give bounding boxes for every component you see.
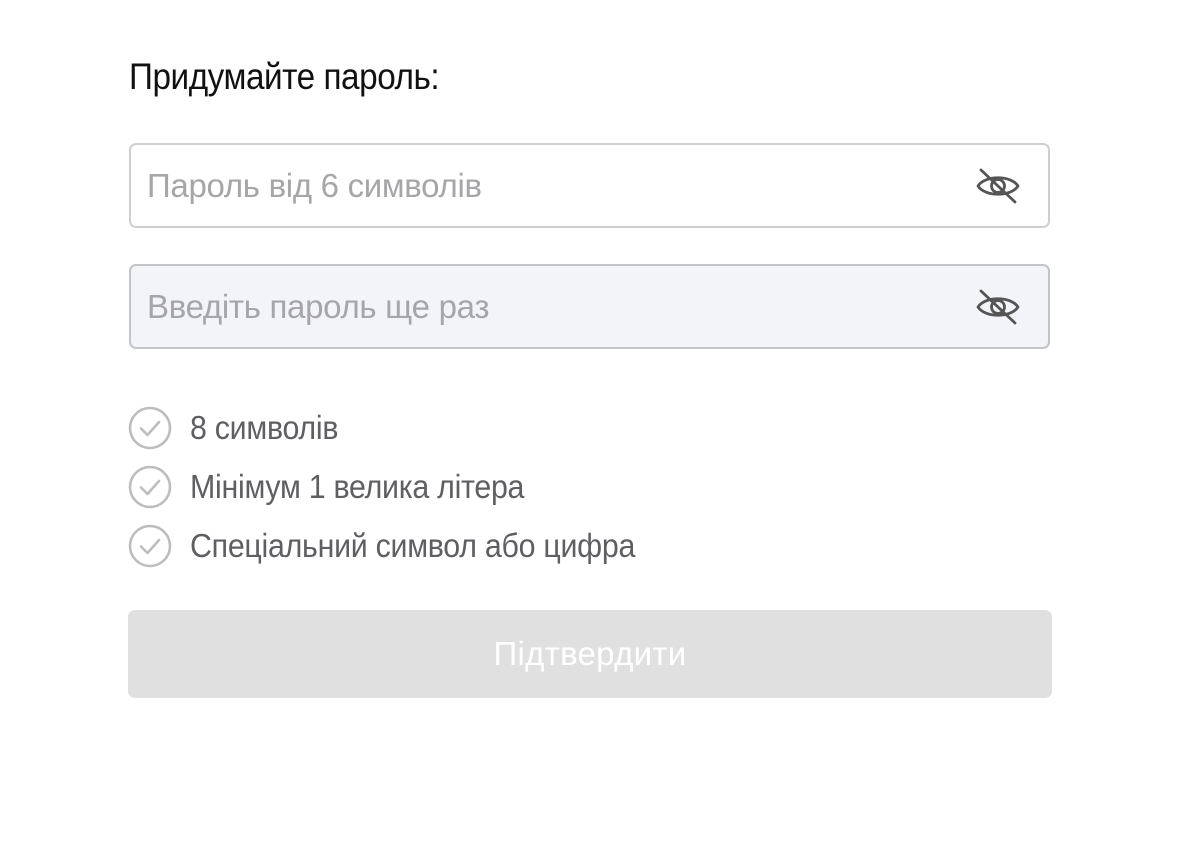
password-requirements-list: 8 символів Мінімум 1 велика літера Спеці… [128, 405, 674, 582]
requirement-label: 8 символів [190, 408, 339, 446]
requirement-item: 8 символів [128, 405, 674, 450]
requirement-label: Мінімум 1 велика літера [190, 467, 525, 505]
password-field[interactable] [129, 143, 1050, 228]
confirm-password-field[interactable] [129, 264, 1050, 349]
requirement-label: Спеціальний символ або цифра [190, 526, 636, 564]
password-input[interactable] [131, 145, 974, 226]
check-circle-icon [128, 465, 172, 508]
requirement-item: Спеціальний символ або цифра [128, 523, 674, 568]
confirm-password-input[interactable] [131, 266, 974, 347]
confirm-button[interactable]: Підтвердити [128, 610, 1052, 698]
eye-slash-icon[interactable] [974, 283, 1022, 331]
requirement-item: Мінімум 1 велика літера [128, 464, 674, 509]
check-circle-icon [128, 524, 172, 567]
page-title: Придумайте пароль: [129, 56, 440, 97]
check-circle-icon [128, 406, 172, 449]
eye-slash-icon[interactable] [974, 162, 1022, 210]
